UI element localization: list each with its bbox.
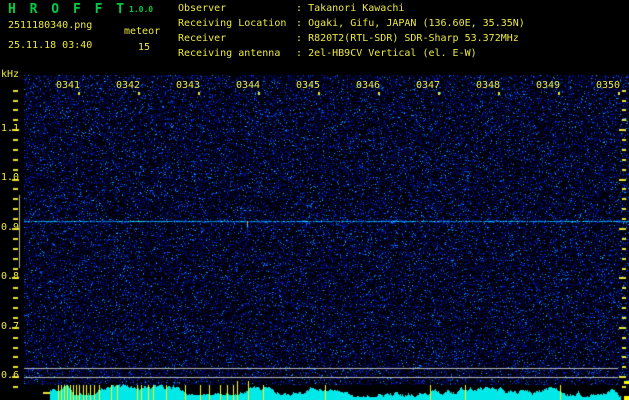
info-row-location: Receiving Location: Ogaki, Gifu, JAPAN (… bbox=[178, 19, 525, 29]
echo-count: 15 bbox=[138, 42, 151, 53]
freq-tick-label: 0.7 bbox=[0, 321, 19, 332]
info-value: Takanori Kawachi bbox=[308, 3, 405, 14]
info-separator: : bbox=[296, 18, 303, 29]
info-label: Receiver bbox=[178, 33, 227, 44]
time-tick-label: 0348 bbox=[475, 80, 501, 91]
mode-label: meteor bbox=[124, 26, 161, 37]
info-value: Ogaki, Gifu, JAPAN (136.60E, 35.35N) bbox=[308, 18, 525, 29]
freq-tick-label: 1.0 bbox=[0, 172, 19, 183]
info-separator: : bbox=[296, 3, 303, 14]
info-separator: : bbox=[296, 48, 303, 59]
app-version: 1.0.0 bbox=[129, 5, 154, 14]
freq-tick-label: 0.8 bbox=[0, 271, 19, 282]
info-label: Observer bbox=[178, 3, 227, 14]
spectrogram-canvas bbox=[0, 0, 629, 400]
time-tick-label: 0344 bbox=[235, 80, 261, 91]
time-tick-label: 0341 bbox=[55, 80, 81, 91]
time-tick-label: 0350 bbox=[595, 80, 621, 91]
info-separator: : bbox=[296, 33, 303, 44]
freq-tick-label: 0.9 bbox=[0, 222, 19, 233]
info-row-receiver: Receiver: R820T2(RTL-SDR) SDR-Sharp 53.3… bbox=[178, 34, 519, 44]
app-title: H R O F F T bbox=[8, 2, 128, 17]
info-label: Receiving Location bbox=[178, 18, 287, 29]
info-label: Receiving antenna bbox=[178, 48, 281, 59]
info-row-observer: Observer: Takanori Kawachi bbox=[178, 4, 404, 14]
freq-tick-label: 0.6 bbox=[0, 370, 19, 381]
time-tick-label: 0347 bbox=[415, 80, 441, 91]
time-tick-label: 0342 bbox=[115, 80, 141, 91]
info-row-antenna: Receiving antenna: 2el-HB9CV Vertical (e… bbox=[178, 49, 477, 59]
hrofft-output-window: H R O F F T 1.0.0 2511180340.png meteor … bbox=[0, 0, 629, 400]
info-value: R820T2(RTL-SDR) SDR-Sharp 53.372MHz bbox=[308, 33, 519, 44]
output-filename: 2511180340.png bbox=[8, 20, 93, 31]
freq-axis-unit: kHz bbox=[1, 69, 20, 80]
datetime-label: 25.11.18 03:40 bbox=[8, 40, 93, 51]
time-tick-label: 0345 bbox=[295, 80, 321, 91]
freq-tick-label: 1.1 bbox=[0, 123, 19, 134]
time-tick-label: 0346 bbox=[355, 80, 381, 91]
time-tick-label: 0343 bbox=[175, 80, 201, 91]
info-value: 2el-HB9CV Vertical (el. E-W) bbox=[308, 48, 477, 59]
time-tick-label: 0349 bbox=[535, 80, 561, 91]
